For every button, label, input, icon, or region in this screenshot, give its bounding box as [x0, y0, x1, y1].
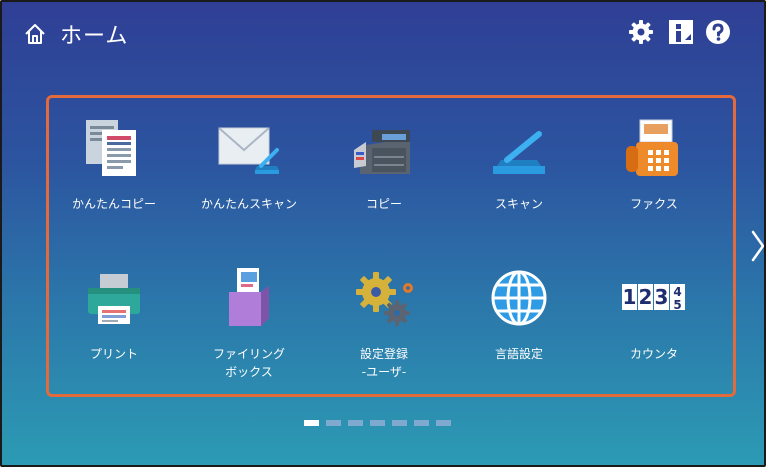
counter-digit: 3	[655, 285, 669, 309]
tile-label: ファクス	[630, 197, 678, 211]
counter-digit: 2	[639, 285, 653, 309]
printer-icon	[88, 274, 140, 324]
app-grid-panel: かんたんコピー かんたんスキャン コピー スキャン ファクス プリント ファイリ…	[46, 95, 736, 397]
page-dot[interactable]	[348, 420, 363, 426]
counter-digit: 4	[673, 285, 681, 299]
tile-easy-scan[interactable]: かんたんスキャン	[184, 98, 314, 228]
page-dot[interactable]	[436, 420, 451, 426]
tile-label: スキャン	[494, 197, 543, 211]
filing-box-icon	[229, 268, 269, 326]
tile-label: ファイリング ボックス	[212, 347, 285, 379]
tile-filing-box[interactable]: ファイリング ボックス	[184, 248, 314, 379]
home-icon[interactable]	[23, 22, 47, 46]
tile-label: コピー	[365, 197, 402, 211]
info-icon[interactable]	[667, 18, 695, 46]
help-icon[interactable]	[704, 18, 732, 46]
tile-label: プリント	[89, 347, 138, 361]
tile-easy-copy[interactable]: かんたんコピー	[49, 98, 179, 228]
page-dot[interactable]	[414, 420, 429, 426]
tile-language[interactable]: 言語設定	[454, 248, 584, 378]
page-dot[interactable]	[370, 420, 385, 426]
page-title: ホーム	[60, 24, 129, 49]
home-screen: ホーム かんたんコピー かんたんスキャン コピー スキャン ファクス プリント …	[0, 0, 766, 467]
fax-icon	[626, 119, 678, 176]
scanner-icon	[493, 131, 545, 174]
tile-label: 言語設定	[494, 347, 543, 361]
counter-icon: 1 2 3 4 5	[622, 284, 685, 312]
counter-digit: 1	[623, 285, 637, 309]
header-bar: ホーム	[2, 2, 764, 62]
tile-copy[interactable]: コピー	[319, 98, 449, 228]
tile-label: カウンタ	[629, 347, 678, 361]
tile-fax[interactable]: ファクス	[589, 98, 719, 228]
tile-label: かんたんコピー	[71, 197, 156, 211]
tile-user-settings[interactable]: 設定登録 -ユーザ-	[319, 248, 449, 379]
counter-digit: 5	[673, 298, 681, 312]
tile-scan[interactable]: スキャン	[454, 98, 584, 228]
next-page-chevron-icon[interactable]	[750, 229, 766, 263]
easy-scan-icon	[218, 127, 279, 174]
copier-icon	[354, 130, 410, 174]
easy-copy-icon	[86, 120, 136, 176]
tile-label: かんたんスキャン	[200, 197, 297, 211]
tile-counter[interactable]: 1 2 3 4 5 カウンタ	[589, 248, 719, 378]
globe-icon	[491, 270, 547, 326]
settings-gears-icon	[356, 272, 413, 326]
page-dot[interactable]	[326, 420, 341, 426]
page-dot[interactable]	[304, 420, 319, 426]
gear-icon[interactable]	[627, 18, 655, 46]
tile-print[interactable]: プリント	[49, 248, 179, 378]
tile-label: 設定登録 -ユーザ-	[359, 347, 408, 379]
page-dot[interactable]	[392, 420, 407, 426]
